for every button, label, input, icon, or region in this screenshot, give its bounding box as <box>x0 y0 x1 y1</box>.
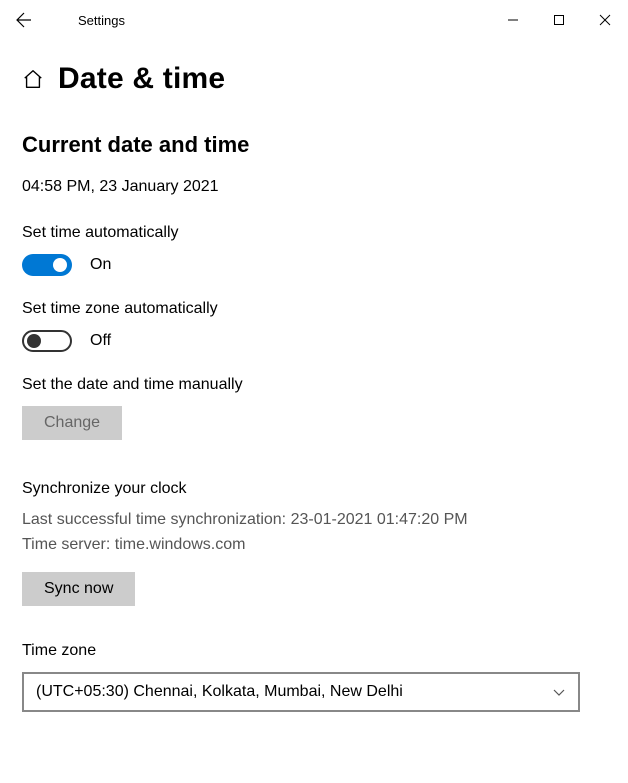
page-header: Date & time <box>0 40 628 114</box>
toggle-knob <box>53 258 67 272</box>
set-tz-auto-toggle[interactable] <box>22 330 72 352</box>
timezone-select[interactable]: (UTC+05:30) Chennai, Kolkata, Mumbai, Ne… <box>22 672 580 712</box>
set-time-auto-state: On <box>90 256 111 274</box>
sync-now-button[interactable]: Sync now <box>22 572 135 606</box>
timezone-section: Time zone (UTC+05:30) Chennai, Kolkata, … <box>22 642 606 712</box>
set-tz-auto-row: Off <box>22 330 606 352</box>
content-area: Current date and time 04:58 PM, 23 Janua… <box>0 114 628 712</box>
close-icon <box>599 14 611 26</box>
maximize-icon <box>553 14 565 26</box>
set-tz-auto-state: Off <box>90 332 111 350</box>
app-title: Settings <box>48 13 490 28</box>
manual-label: Set the date and time manually <box>22 376 606 394</box>
minimize-icon <box>507 14 519 26</box>
window-controls <box>490 0 628 40</box>
maximize-button[interactable] <box>536 0 582 40</box>
close-button[interactable] <box>582 0 628 40</box>
arrow-left-icon <box>16 12 32 28</box>
home-icon[interactable] <box>22 68 44 90</box>
change-button[interactable]: Change <box>22 406 122 440</box>
page-title: Date & time <box>58 62 225 96</box>
minimize-button[interactable] <box>490 0 536 40</box>
toggle-knob <box>27 334 41 348</box>
titlebar: Settings <box>0 0 628 40</box>
back-button[interactable] <box>0 0 48 40</box>
sync-info: Last successful time synchronization: 23… <box>22 508 606 558</box>
timezone-label: Time zone <box>22 642 606 660</box>
current-datetime: 04:58 PM, 23 January 2021 <box>22 178 606 196</box>
set-tz-auto-label: Set time zone automatically <box>22 300 606 318</box>
sync-section: Synchronize your clock Last successful t… <box>22 480 606 606</box>
sync-server: Time server: time.windows.com <box>22 533 606 558</box>
set-time-auto-toggle[interactable] <box>22 254 72 276</box>
set-time-auto-row: On <box>22 254 606 276</box>
timezone-selected-value: (UTC+05:30) Chennai, Kolkata, Mumbai, Ne… <box>36 683 403 701</box>
sync-last: Last successful time synchronization: 23… <box>22 508 606 533</box>
section-heading: Current date and time <box>22 132 606 158</box>
chevron-down-icon <box>552 685 566 699</box>
sync-heading: Synchronize your clock <box>22 480 606 498</box>
set-time-auto-label: Set time automatically <box>22 224 606 242</box>
